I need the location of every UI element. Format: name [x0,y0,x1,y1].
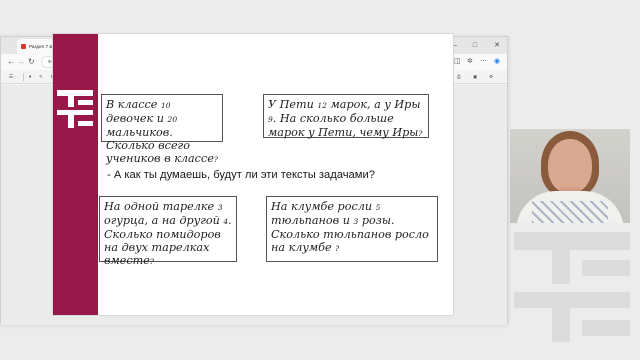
maximize-button[interactable]: □ [465,37,485,54]
split-screen-icon[interactable]: ◫ [454,56,461,68]
copilot-icon[interactable]: ◉ [494,56,500,68]
more-icon[interactable]: ⋯ [480,56,487,68]
task-text-box-2: У Пети 12 марок, а у Иры 9. На сколько б… [263,94,429,139]
contents-icon[interactable]: ☰ [9,70,13,84]
background-logo-icon [514,232,630,342]
logo-icon [57,90,93,128]
slide-question: - А как ты думаешь, будут ли эти тексты … [107,169,375,181]
extensions-icon[interactable]: ✲ [467,56,473,68]
task-text-box-4: На клумбе росли 5 тюльпанов и 3 розы. Ск… [266,196,438,262]
print-icon[interactable]: ⎙ [457,70,461,84]
settings-icon[interactable]: ⚙ [489,70,493,84]
pdf-icon [21,44,26,49]
back-icon[interactable]: ← [7,56,15,68]
forward-icon[interactable]: → [17,56,25,68]
save-icon[interactable]: ▣ [473,70,477,84]
slide-accent-bar [53,34,98,315]
pen-icon[interactable]: ✎ [39,70,43,84]
highlight-icon[interactable]: ▾ [29,70,31,84]
presenter-face [548,139,592,193]
pdf-page: В классе 10 девочек и 20 мальчиков. Скол… [52,33,454,316]
close-window-button[interactable]: ✕ [487,37,507,54]
desktop: Раздел 7 & 3 Формирование у ✕ + – □ ✕ ← … [0,0,640,360]
webcam-video [510,129,630,223]
refresh-icon[interactable]: ↻ [28,56,35,68]
presenter-blouse-pattern [532,201,608,223]
task-text-box-1: В классе 10 девочек и 20 мальчиков. Скол… [101,94,223,165]
task-text-box-3: На одной тарелке 3 огурца, а на другой 4… [99,196,237,267]
toolbar-divider [23,73,24,81]
